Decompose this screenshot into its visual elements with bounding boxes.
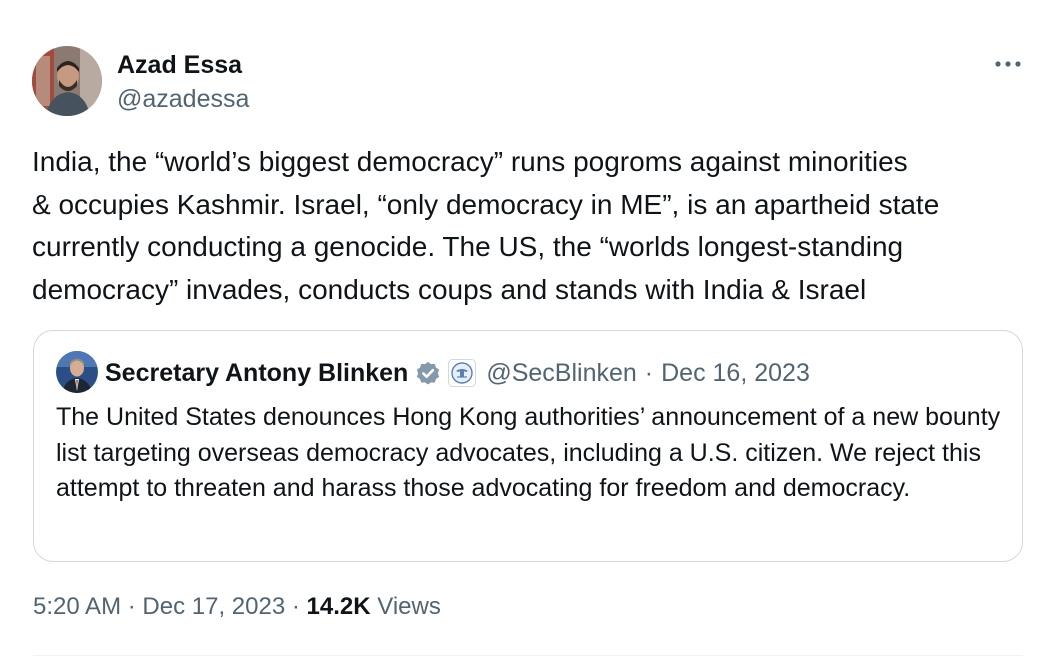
tweet-text: India, the “world’s biggest democracy” r…: [32, 146, 940, 305]
quoted-tweet-date[interactable]: Dec 16, 2023: [661, 359, 810, 388]
more-options-button[interactable]: [990, 52, 1026, 76]
verified-badge-icon[interactable]: [414, 359, 442, 387]
author-block: Azad Essa @azadessa: [117, 50, 249, 114]
separator-dot: ·: [644, 358, 654, 387]
separator-dot: ·: [291, 593, 300, 620]
quoted-tweet-text: The United States denounces Hong Kong au…: [56, 403, 1001, 502]
divider: [33, 655, 1023, 656]
tweet-meta: 5:20 AM · Dec 17, 2023 · 14.2K Views: [33, 592, 441, 622]
tweet-time[interactable]: 5:20 AM: [33, 593, 121, 620]
quoted-author-handle[interactable]: @SecBlinken: [486, 359, 636, 388]
author-handle[interactable]: @azadessa: [117, 84, 249, 114]
views-count: 14.2K: [306, 593, 371, 620]
quoted-author-name[interactable]: Secretary Antony Blinken: [105, 359, 408, 388]
author-avatar[interactable]: [32, 46, 102, 116]
tweet-date[interactable]: Dec 17, 2023: [142, 593, 285, 620]
tweet: Azad Essa @azadessa India, the “world’s …: [0, 0, 1058, 664]
quoted-tweet-header: Secretary Antony Blinken @SecBlinken · D…: [105, 356, 810, 390]
separator-dot: ·: [127, 593, 136, 620]
quoted-tweet-card[interactable]: Secretary Antony Blinken @SecBlinken · D…: [33, 330, 1023, 562]
author-name[interactable]: Azad Essa: [117, 50, 249, 80]
state-department-seal-icon[interactable]: [448, 359, 477, 387]
more-horizontal-icon: [995, 61, 1021, 67]
views-label: Views: [377, 593, 441, 620]
quoted-author-avatar[interactable]: [56, 351, 98, 393]
